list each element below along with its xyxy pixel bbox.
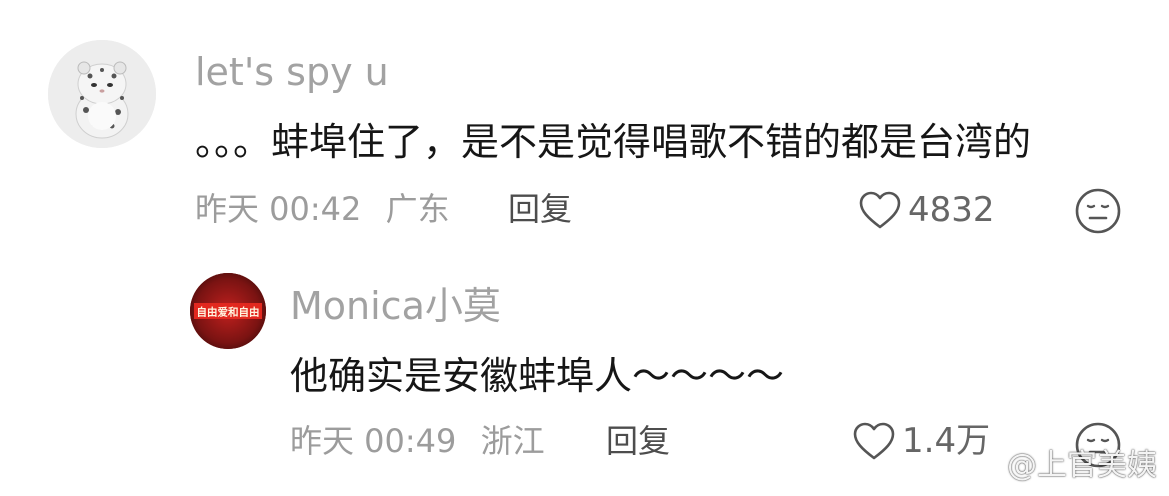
user-avatar[interactable] [48,40,156,148]
watermark-text: @上官美姨 [1007,448,1157,483]
comment-meta: 昨天 00:42 广东 [195,186,450,232]
comment-username[interactable]: let's spy u [195,50,389,94]
comment-username[interactable]: Monica小莫 [290,284,501,328]
user-avatar[interactable]: 自由爱和自由 [190,273,266,349]
comment-location: 广东 [385,190,450,228]
comment-text: 。。。蚌埠住了，是不是觉得唱歌不错的都是台湾的 [195,120,1032,164]
avatar-banner-text: 自由爱和自由 [197,306,260,319]
neutral-face-icon [1075,188,1121,234]
heart-icon [859,191,901,229]
heart-icon [853,422,895,460]
weibo-logo-icon [966,455,999,480]
snow-leopard-avatar-icon [48,40,156,148]
like-button[interactable]: 4832 [858,183,995,237]
comment-time: 昨天 00:49 [290,422,457,460]
reply-button[interactable]: 回复 [606,418,670,464]
dislike-button[interactable] [1073,186,1123,236]
reply-button[interactable]: 回复 [508,186,572,232]
weibo-watermark: @上官美姨 [965,446,1157,486]
comment-text: 他确实是安徽蚌埠人～～～～ [290,354,785,398]
red-banner-avatar-icon: 自由爱和自由 [190,273,266,349]
comment-location: 浙江 [480,422,545,460]
like-count: 4832 [908,190,995,230]
comment-time: 昨天 00:42 [195,190,362,228]
comment-meta: 昨天 00:49 浙江 [290,418,545,464]
